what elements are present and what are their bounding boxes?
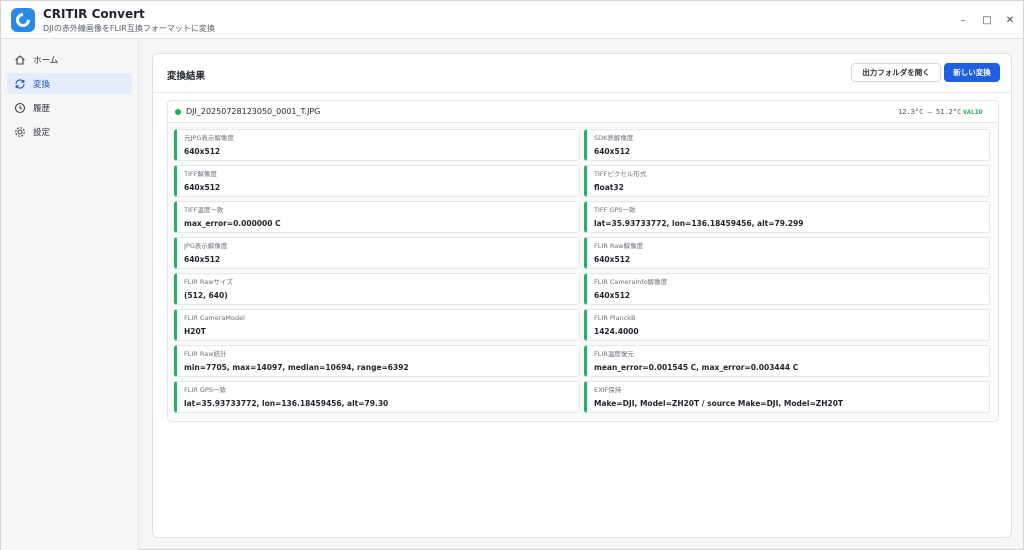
field-label: FLIR CameraModel xyxy=(184,314,245,322)
sidebar-item-label: 履歴 xyxy=(33,103,51,114)
field-label: FLIR Raw解像度 xyxy=(594,242,644,250)
minimize-button[interactable]: – xyxy=(953,11,973,29)
field-value: min=7705, max=14097, median=10694, range… xyxy=(184,363,409,372)
field-label: FLIR Rawサイズ xyxy=(184,278,233,286)
field-card: FLIR CameraModel H20T xyxy=(174,309,580,341)
field-label: FLIR温度復元 xyxy=(594,350,634,358)
field-card: TIFF GPS一致 lat=35.93733772, lon=136.18459… xyxy=(584,201,990,233)
field-card: TIFF温度一致 max_error=0.000000 C xyxy=(174,201,580,233)
title-bar: CRITIR Convert DJIの赤外線画像をFLIR互換フォーマットに変換… xyxy=(1,1,1023,39)
field-card: FLIR CameraInfo解像度 640x512 xyxy=(584,273,990,305)
field-value: mean_error=0.001545 C, max_error=0.00344… xyxy=(594,363,799,372)
field-label: TIFFピクセル形式 xyxy=(594,170,647,178)
field-label: TIFF解像度 xyxy=(184,170,217,178)
field-value: H20T xyxy=(184,327,206,336)
temperature-range: 12.3°C – 51.2°C xyxy=(898,108,962,116)
field-label: FLIR Raw統計 xyxy=(184,350,227,358)
refresh-icon xyxy=(14,78,26,90)
field-value: 640x512 xyxy=(594,147,631,156)
maximize-button[interactable]: □ xyxy=(977,11,997,29)
field-value: 640x512 xyxy=(594,255,631,264)
file-name: DJI_20250728123050_0001_T.JPG xyxy=(186,107,321,116)
field-value: 640x512 xyxy=(184,255,221,264)
close-button[interactable]: ✕ xyxy=(1000,11,1020,29)
field-label: FLIR GPS一致 xyxy=(184,386,226,394)
page-title: 変換結果 xyxy=(167,71,206,82)
field-label: JPG表示解像度 xyxy=(184,242,228,250)
sidebar: ホーム 変換 履歴 設定 xyxy=(1,40,139,550)
app-subtitle: DJIの赤外線画像をFLIR互換フォーマットに変換 xyxy=(43,24,215,33)
open-output-folder-button[interactable]: 出力フォルダを開く xyxy=(851,63,941,82)
field-label: SDK熱解像度 xyxy=(594,134,634,142)
app-window: CRITIR Convert DJIの赤外線画像をFLIR互換フォーマットに変換… xyxy=(0,0,1024,550)
field-card: FLIR GPS一致 lat=35.93733772, lon=136.18459… xyxy=(174,381,580,413)
field-card: TIFFピクセル形式 float32 xyxy=(584,165,990,197)
field-value: lat=35.93733772, lon=136.18459456, alt=7… xyxy=(184,399,389,408)
sidebar-item-label: 変換 xyxy=(33,79,51,90)
new-convert-button[interactable]: 新しい変換 xyxy=(944,63,1000,82)
field-label: FLIR PlanckB xyxy=(594,314,636,322)
field-card: FLIR Rawサイズ (512, 640) xyxy=(174,273,580,305)
field-value: (512, 640) xyxy=(184,291,228,300)
sidebar-item-label: 設定 xyxy=(33,127,51,138)
field-value: max_error=0.000000 C xyxy=(184,219,281,228)
field-value: 640x512 xyxy=(184,183,221,192)
sidebar-item-settings[interactable]: 設定 xyxy=(7,121,132,142)
field-card: FLIR Raw解像度 640x512 xyxy=(584,237,990,269)
field-label: EXIF保持 xyxy=(594,386,622,394)
clock-icon xyxy=(14,102,26,114)
field-card: JPG表示解像度 640x512 xyxy=(174,237,580,269)
sidebar-item-label: ホーム xyxy=(33,55,59,66)
field-value: 640x512 xyxy=(184,147,221,156)
app-title: CRITIR Convert xyxy=(43,7,145,21)
result-card: DJI_20250728123050_0001_T.JPG 12.3°C – 5… xyxy=(167,100,999,422)
field-value: 1424.4000 xyxy=(594,327,639,336)
sidebar-item-home[interactable]: ホーム xyxy=(7,49,132,70)
field-card: TIFF解像度 640x512 xyxy=(174,165,580,197)
header-divider xyxy=(153,92,1011,93)
main-panel: 変換結果 出力フォルダを開く 新しい変換 DJI_20250728123050_… xyxy=(152,53,1012,538)
sidebar-item-convert[interactable]: 変換 xyxy=(7,73,132,94)
field-label: FLIR CameraInfo解像度 xyxy=(594,278,668,286)
home-icon xyxy=(14,54,26,66)
status-dot-icon xyxy=(175,109,181,115)
field-card: FLIR温度復元 mean_error=0.001545 C, max_error… xyxy=(584,345,990,377)
field-card: SDK熱解像度 640x512 xyxy=(584,129,990,161)
field-card: EXIF保持 Make=DJI, Model=ZH20T / source Mak… xyxy=(584,381,990,413)
app-logo-icon xyxy=(11,8,35,32)
field-label: 元JPG表示解像度 xyxy=(184,134,234,142)
field-value: float32 xyxy=(594,183,624,192)
field-card: 元JPG表示解像度 640x512 xyxy=(174,129,580,161)
result-fields-grid: 元JPG表示解像度 640x512 SDK熱解像度 640x512 TIFF解像度 6… xyxy=(174,129,994,413)
field-card: FLIR Raw統計 min=7705, max=14097, median=10… xyxy=(174,345,580,377)
field-label: TIFF温度一致 xyxy=(184,206,224,214)
field-value: 640x512 xyxy=(594,291,631,300)
field-card: FLIR PlanckB 1424.4000 xyxy=(584,309,990,341)
field-label: TIFF GPS一致 xyxy=(594,206,636,214)
field-value: lat=35.93733772, lon=136.18459456, alt=7… xyxy=(594,219,804,228)
gear-icon xyxy=(14,126,26,138)
sidebar-item-history[interactable]: 履歴 xyxy=(7,97,132,118)
status-badge: VALID xyxy=(963,108,983,116)
field-value: Make=DJI, Model=ZH20T / source Make=DJI,… xyxy=(594,399,844,408)
result-header[interactable]: DJI_20250728123050_0001_T.JPG 12.3°C – 5… xyxy=(168,101,998,123)
